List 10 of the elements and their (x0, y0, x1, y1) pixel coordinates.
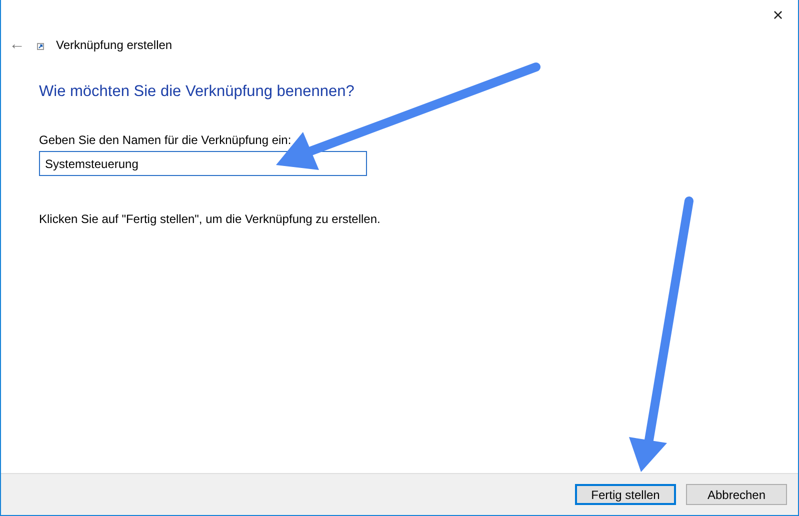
dialog-button[interactable]: Fertig stellen (575, 484, 676, 505)
back-button[interactable]: ← (9, 37, 25, 53)
dialog-button[interactable]: Abbrechen (686, 484, 787, 505)
wizard-title: Verknüpfung erstellen (56, 37, 172, 54)
shortcut-icon (37, 43, 44, 50)
name-input-field[interactable]: Systemsteuerung (39, 151, 367, 176)
close-button[interactable]: × (758, 0, 798, 30)
field-label: Geben Sie den Namen für die Verknüpfung ein: (39, 132, 292, 150)
instruction-text: Klicken Sie auf "Fertig stellen", um die Verknüpfung zu erstellen. (39, 211, 382, 228)
page-heading: Wie möchten Sie die Verknüpfung benennen? (39, 82, 356, 102)
